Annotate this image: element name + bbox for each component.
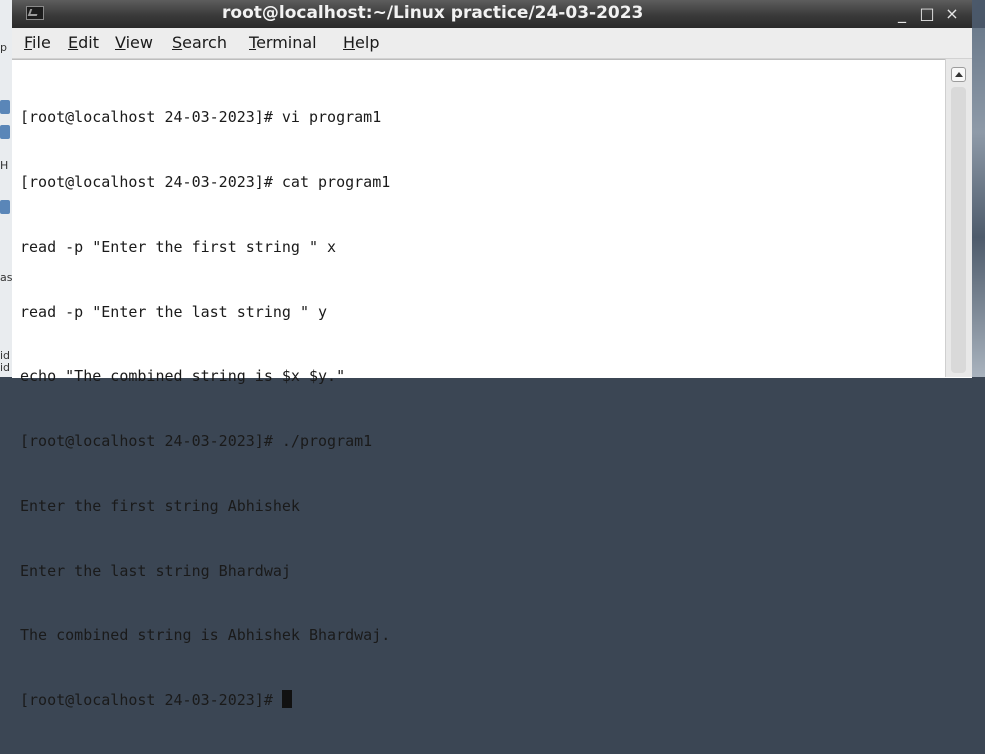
menu-label-rest: elp: [355, 33, 380, 52]
terminal-line: [root@localhost 24-03-2023]# ./program1: [20, 432, 373, 451]
minimize-button[interactable]: _: [892, 4, 912, 24]
desktop-icon: [0, 200, 10, 214]
desktop-icon: [0, 100, 10, 114]
menu-terminal[interactable]: Terminal: [249, 28, 317, 58]
menu-file[interactable]: File: [24, 28, 51, 58]
terminal-prompt: [root@localhost 24-03-2023]#: [20, 691, 282, 710]
scroll-up-arrow-icon[interactable]: [951, 67, 966, 82]
menu-view[interactable]: View: [115, 28, 153, 58]
text-cursor: [281, 690, 292, 709]
terminal-icon[interactable]: [26, 6, 44, 20]
desktop-fragment: p: [0, 42, 7, 54]
menu-label-rest: erminal: [256, 33, 317, 52]
terminal-line: [root@localhost 24-03-2023]# cat program…: [20, 172, 391, 191]
menu-edit[interactable]: Edit: [68, 28, 99, 58]
close-button[interactable]: ×: [942, 4, 962, 24]
menu-label-rest: ile: [32, 33, 51, 52]
scrollbar-thumb[interactable]: [951, 87, 966, 373]
menu-search[interactable]: Search: [172, 28, 227, 58]
title-bar[interactable]: root@localhost:~/Linux practice/24-03-20…: [12, 0, 972, 28]
terminal-text: [root@localhost 24-03-2023]# vi program1…: [20, 64, 945, 754]
menu-mnemonic: S: [172, 33, 183, 52]
terminal-output-area[interactable]: [root@localhost 24-03-2023]# vi program1…: [12, 59, 972, 709]
desktop-fragment: id: [0, 362, 11, 374]
desktop-right-strip: [972, 28, 985, 377]
terminal-window: root@localhost:~/Linux practice/24-03-20…: [12, 0, 972, 709]
terminal-line: read -p "Enter the last string " y: [20, 302, 328, 321]
menu-bar: File Edit View Search Terminal Help: [12, 28, 972, 59]
desktop-left-sliver: p H as id id: [0, 0, 12, 377]
menu-mnemonic: V: [115, 33, 126, 52]
menu-mnemonic: T: [249, 33, 257, 52]
desktop-fragment: H: [0, 160, 9, 172]
terminal-line: The combined string is Abhishek Bhardwaj…: [20, 626, 391, 645]
terminal-line: Enter the last string Bhardwaj: [20, 561, 291, 580]
terminal-line: Enter the first string Abhishek: [20, 496, 300, 515]
desktop-icon: [0, 125, 10, 139]
vertical-scrollbar[interactable]: [945, 59, 972, 377]
terminal-prompt-line: [root@localhost 24-03-2023]#: [20, 690, 945, 712]
menu-help[interactable]: Help: [343, 28, 379, 58]
maximize-button[interactable]: □: [917, 4, 937, 24]
menu-label-rest: iew: [125, 33, 153, 52]
menu-label-rest: dit: [78, 33, 99, 52]
menu-mnemonic: E: [68, 33, 79, 52]
menu-label-rest: earch: [182, 33, 227, 52]
window-title: root@localhost:~/Linux practice/24-03-20…: [222, 3, 644, 23]
menu-mnemonic: F: [24, 33, 33, 52]
terminal-line: echo "The combined string is $x $y.": [20, 367, 346, 386]
desktop-fragment: as: [0, 272, 12, 284]
menu-mnemonic: H: [343, 33, 356, 52]
terminal-line: [root@localhost 24-03-2023]# vi program1: [20, 108, 382, 127]
desktop-fragment: id: [0, 350, 11, 362]
terminal-line: read -p "Enter the first string " x: [20, 237, 337, 256]
